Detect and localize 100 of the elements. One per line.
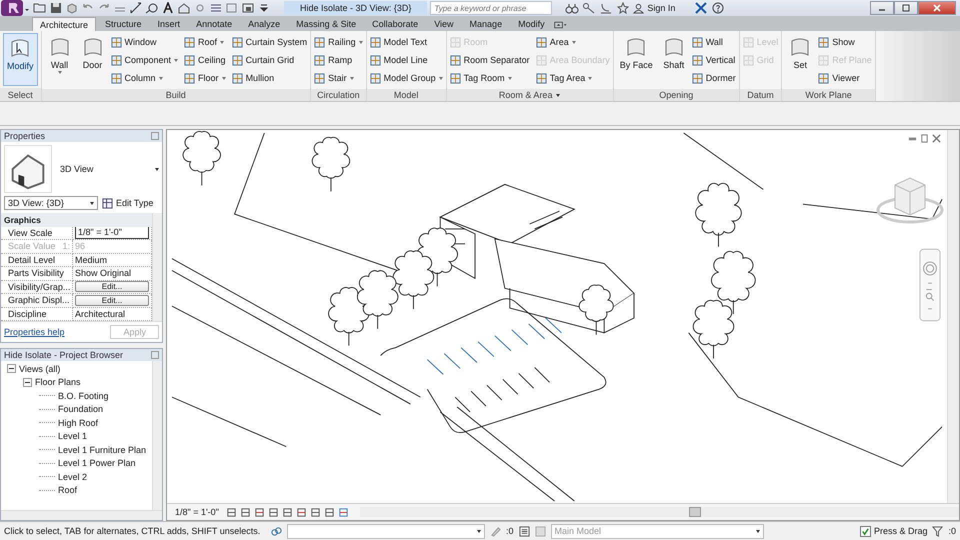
view-selector[interactable]: 3D View: {3D} bbox=[4, 196, 98, 210]
ribbon-panel-label[interactable]: Datum bbox=[740, 89, 782, 101]
ribbon-tool[interactable]: Wall bbox=[692, 33, 736, 51]
ribbon-tool[interactable]: Mullion bbox=[232, 69, 308, 87]
ribbon-tool[interactable]: Railing bbox=[314, 33, 363, 51]
ribbon-tool[interactable]: Model Group bbox=[370, 69, 443, 87]
ribbon-tool[interactable]: Model Line bbox=[370, 51, 443, 69]
filter-icon[interactable] bbox=[932, 526, 944, 536]
ribbon-tool[interactable]: Wall bbox=[44, 33, 75, 87]
ribbon-tool[interactable]: Floor bbox=[184, 69, 226, 87]
type-selector[interactable]: 3D View bbox=[1, 142, 162, 196]
edit-type-button[interactable]: Edit Type bbox=[102, 198, 154, 208]
view-control-icon[interactable] bbox=[226, 506, 237, 518]
view-control-icon[interactable] bbox=[338, 506, 349, 518]
expand-toggle[interactable] bbox=[7, 364, 16, 374]
switch-windows-icon[interactable] bbox=[241, 2, 255, 14]
ribbon-tool[interactable]: Door bbox=[78, 33, 108, 87]
ribbon-tab[interactable]: Massing & Site bbox=[289, 17, 364, 31]
ribbon-tool[interactable]: Set bbox=[785, 33, 816, 87]
ribbon-tool[interactable]: Component bbox=[110, 51, 178, 69]
maximize-button[interactable] bbox=[894, 1, 918, 15]
ribbon-tool[interactable]: Shaft bbox=[658, 33, 689, 87]
ribbon-panel-label[interactable]: Circulation bbox=[311, 89, 366, 101]
property-field[interactable]: 1/8" = 1'-0" bbox=[75, 226, 149, 240]
group-header[interactable]: Graphics bbox=[1, 213, 152, 226]
ribbon-tool[interactable]: Area bbox=[536, 33, 610, 51]
ribbon-tab[interactable]: Collaborate bbox=[365, 17, 426, 31]
ribbon-panel-label[interactable]: Model bbox=[366, 89, 446, 101]
ribbon-tab[interactable]: Structure bbox=[98, 17, 149, 31]
tree-item[interactable]: Views (all) bbox=[19, 364, 60, 374]
ribbon-tool[interactable]: Column bbox=[110, 69, 178, 87]
house-icon[interactable] bbox=[177, 2, 191, 14]
customize-caret-icon[interactable] bbox=[257, 2, 271, 14]
ribbon-tool[interactable]: Tag Room bbox=[450, 69, 530, 87]
ribbon-tool[interactable]: Room Separator bbox=[450, 51, 530, 69]
tree-item[interactable]: Level 1 bbox=[58, 431, 88, 442]
ribbon-panel-label[interactable]: Work Plane bbox=[782, 89, 875, 101]
worksets-icon[interactable] bbox=[271, 526, 282, 536]
ribbon-tool[interactable]: Ramp bbox=[314, 51, 363, 69]
view-control-icon[interactable] bbox=[282, 506, 293, 518]
ribbon-tab[interactable]: Manage bbox=[462, 17, 510, 31]
view-control-icon[interactable] bbox=[240, 506, 251, 518]
tree-item[interactable]: High Roof bbox=[58, 418, 98, 428]
properties-help-link[interactable]: Properties help bbox=[4, 327, 65, 337]
press-drag-checkbox[interactable]: Press & Drag bbox=[860, 526, 928, 536]
view-control-icon[interactable] bbox=[268, 506, 279, 518]
tree-item[interactable]: Level 1 Furniture Plan bbox=[58, 444, 146, 455]
ribbon-tool[interactable]: Curtain System bbox=[232, 33, 308, 51]
tree-item[interactable]: Level 1 Power Plan bbox=[58, 458, 136, 468]
ribbon-tool[interactable]: Show bbox=[818, 33, 872, 51]
ribbon-tab[interactable]: Modify bbox=[511, 17, 552, 31]
cube-icon[interactable] bbox=[65, 2, 79, 14]
close-button[interactable] bbox=[918, 1, 956, 15]
ribbon-tab[interactable]: Analyze bbox=[241, 17, 288, 31]
view-control-icon[interactable] bbox=[310, 506, 321, 518]
ribbon-tab[interactable]: View bbox=[427, 17, 461, 31]
tree-item[interactable]: Floor Plans bbox=[35, 377, 81, 388]
ribbon-tab[interactable]: Architecture bbox=[32, 17, 96, 31]
tree-item[interactable]: B.O. Footing bbox=[58, 390, 109, 401]
scrollbar[interactable] bbox=[1, 510, 162, 520]
ribbon-tool[interactable]: Modify bbox=[3, 33, 38, 86]
tree-item[interactable]: Foundation bbox=[58, 404, 104, 414]
binoculars-icon[interactable] bbox=[565, 2, 580, 14]
ribbon-tool[interactable]: Model Text bbox=[370, 33, 443, 51]
open-folder-icon[interactable] bbox=[33, 2, 47, 14]
ribbon-tab[interactable]: Annotate bbox=[189, 17, 240, 31]
ribbon-panel-label[interactable]: Build bbox=[42, 89, 310, 101]
ribbon-tool[interactable]: Window bbox=[110, 33, 178, 51]
ribbon-tool[interactable]: Viewer bbox=[818, 69, 872, 87]
ribbon-tool[interactable]: Dormer bbox=[692, 69, 736, 87]
search-field[interactable]: Type a keyword or phrase bbox=[430, 1, 552, 15]
scrollbar[interactable] bbox=[152, 213, 162, 321]
sign-in-button[interactable]: Sign In bbox=[633, 2, 692, 14]
ribbon-panel-label[interactable]: Opening bbox=[614, 89, 739, 101]
text-icon[interactable] bbox=[161, 2, 175, 14]
ribbon-tool[interactable]: Tag Area bbox=[536, 69, 610, 87]
scale-button[interactable]: 1/8" = 1'-0" bbox=[175, 507, 219, 517]
edit-button[interactable]: Edit... bbox=[75, 294, 149, 306]
ribbon-tool[interactable]: Vertical bbox=[692, 51, 736, 69]
ribbon-tool[interactable]: Stair bbox=[314, 69, 363, 87]
scrollbar[interactable] bbox=[360, 507, 959, 517]
ribbon-tool[interactable]: Curtain Grid bbox=[232, 51, 308, 69]
ribbon-tool[interactable]: Roof bbox=[184, 33, 226, 51]
ribbon-tool[interactable]: Ceiling bbox=[184, 51, 226, 69]
list-icon[interactable] bbox=[518, 526, 530, 536]
scrollbar[interactable] bbox=[152, 361, 162, 510]
tree-item[interactable]: Level 2 bbox=[58, 472, 88, 482]
panel-toggle-icon[interactable] bbox=[554, 19, 568, 31]
application-menu-button[interactable] bbox=[0, 0, 30, 16]
dimension-icon[interactable] bbox=[129, 2, 143, 14]
ribbon-tool[interactable]: By Face bbox=[616, 33, 656, 87]
tree-item[interactable]: Roof bbox=[58, 485, 78, 496]
view-control-icon[interactable] bbox=[324, 506, 335, 518]
help-icon[interactable] bbox=[711, 2, 726, 14]
thin-lines-icon[interactable] bbox=[209, 2, 223, 14]
view-control-icon[interactable] bbox=[296, 506, 307, 518]
expand-toggle[interactable] bbox=[23, 378, 32, 387]
view-control-icon[interactable] bbox=[254, 506, 265, 518]
star-icon[interactable] bbox=[616, 2, 630, 14]
ribbon-panel-label[interactable]: Room & Area bbox=[446, 89, 613, 101]
